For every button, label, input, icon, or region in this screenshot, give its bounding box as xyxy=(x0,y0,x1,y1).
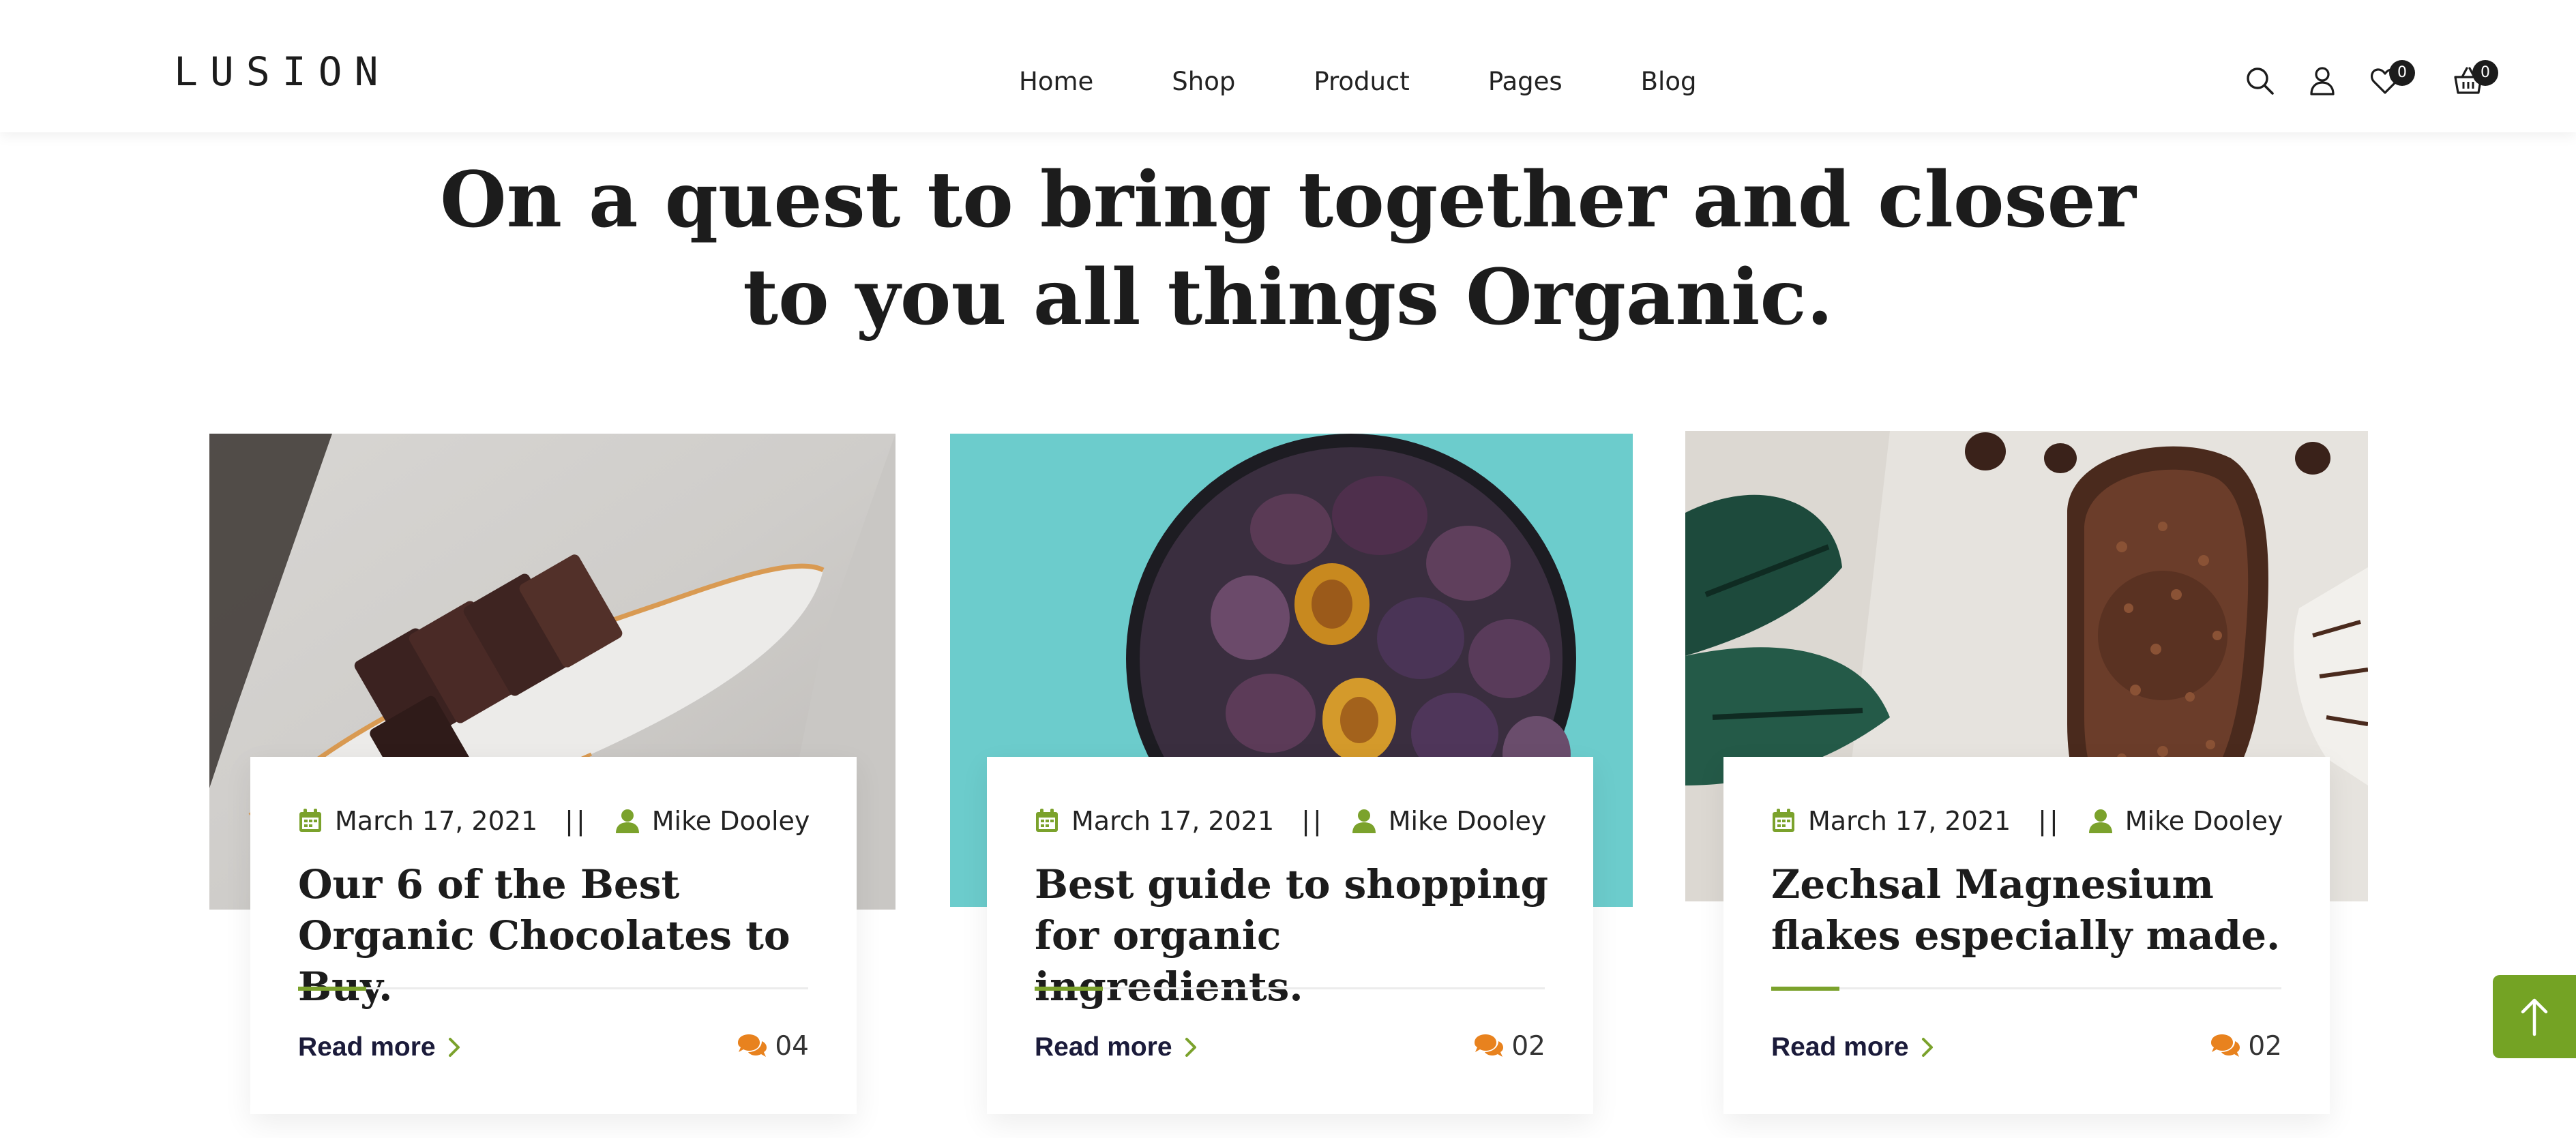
headline-line-2: to you all things Organic. xyxy=(743,253,1833,342)
author-icon xyxy=(1352,809,1376,833)
post-author[interactable]: Mike Dooley xyxy=(1389,806,1547,836)
card-divider-accent xyxy=(298,987,366,991)
calendar-icon xyxy=(298,809,323,833)
back-to-top-button[interactable] xyxy=(2493,975,2576,1058)
card-divider xyxy=(298,987,808,989)
nav-pages[interactable]: Pages xyxy=(1488,65,1563,98)
chevron-right-icon xyxy=(448,1038,460,1057)
nav-blog[interactable]: Blog xyxy=(1641,65,1697,98)
card-divider-accent xyxy=(1035,987,1103,991)
search-icon[interactable] xyxy=(2243,64,2276,97)
arrow-up-icon xyxy=(2521,998,2548,1036)
post-date: March 17, 2021 xyxy=(335,806,538,836)
main-nav: Home Shop Product Pages Blog xyxy=(1019,65,1696,98)
post-meta: March 17, 2021 || Mike Dooley xyxy=(298,806,810,836)
blog-card: March 17, 2021 || Mike Dooley Our 6 of t… xyxy=(250,757,857,1114)
card-divider-accent xyxy=(1771,987,1839,991)
wishlist-count-badge: 0 xyxy=(2389,60,2415,86)
nav-home[interactable]: Home xyxy=(1019,65,1093,98)
meta-separator: || xyxy=(565,806,588,836)
card-divider xyxy=(1771,987,2281,989)
post-title[interactable]: Best guide to shopping for organic ingre… xyxy=(1035,859,1553,1013)
headline-line-1: On a quest to bring together and closer xyxy=(440,155,2136,245)
site-logo[interactable]: LUSION xyxy=(174,52,391,91)
card-divider xyxy=(1035,987,1545,989)
meta-separator: || xyxy=(1301,806,1324,836)
calendar-icon xyxy=(1035,809,1059,833)
post-author[interactable]: Mike Dooley xyxy=(2125,806,2283,836)
comment-count-value: 02 xyxy=(1511,1031,1545,1062)
post-author[interactable]: Mike Dooley xyxy=(652,806,810,836)
calendar-icon xyxy=(1771,809,1796,833)
site-header: LUSION Home Shop Product Pages Blog 0 0 xyxy=(0,0,2576,132)
author-icon xyxy=(615,809,640,833)
comment-count-value: 04 xyxy=(775,1031,809,1062)
meta-separator: || xyxy=(2038,806,2061,836)
comment-count[interactable]: 04 xyxy=(737,1031,809,1062)
read-more-link[interactable]: Read more xyxy=(1771,1032,1936,1062)
post-date: March 17, 2021 xyxy=(1808,806,2011,836)
comments-icon xyxy=(738,1034,767,1057)
post-title[interactable]: Zechsal Magnesium flakes especially made… xyxy=(1771,859,2290,961)
user-icon[interactable] xyxy=(2306,64,2339,97)
read-more-link[interactable]: Read more xyxy=(1035,1032,1200,1062)
comment-count[interactable]: 02 xyxy=(1473,1031,1545,1062)
cart-button[interactable]: 0 xyxy=(2452,60,2498,97)
chevron-right-icon xyxy=(1921,1038,1933,1057)
comment-count-value: 02 xyxy=(2248,1031,2282,1062)
read-more-label: Read more xyxy=(1035,1032,1172,1062)
blog-card: March 17, 2021 || Mike Dooley Best guide… xyxy=(987,757,1593,1114)
read-more-label: Read more xyxy=(298,1032,436,1062)
comments-icon xyxy=(2211,1034,2240,1057)
blog-card: March 17, 2021 || Mike Dooley Zechsal Ma… xyxy=(1723,757,2330,1114)
nav-shop[interactable]: Shop xyxy=(1172,65,1235,98)
author-icon xyxy=(2088,809,2113,833)
post-meta: March 17, 2021 || Mike Dooley xyxy=(1035,806,1546,836)
read-more-link[interactable]: Read more xyxy=(298,1032,463,1062)
post-title[interactable]: Our 6 of the Best Organic Chocolates to … xyxy=(298,859,816,1013)
cart-count-badge: 0 xyxy=(2472,60,2498,86)
section-headline: On a quest to bring together and closer … xyxy=(0,151,2576,346)
comment-count[interactable]: 02 xyxy=(2210,1031,2282,1062)
read-more-label: Read more xyxy=(1771,1032,1909,1062)
nav-product[interactable]: Product xyxy=(1314,65,1409,98)
comments-icon xyxy=(1475,1034,1504,1057)
post-date: March 17, 2021 xyxy=(1071,806,1275,836)
wishlist-button[interactable]: 0 xyxy=(2369,60,2415,97)
chevron-right-icon xyxy=(1185,1038,1196,1057)
post-meta: March 17, 2021 || Mike Dooley xyxy=(1771,806,2283,836)
